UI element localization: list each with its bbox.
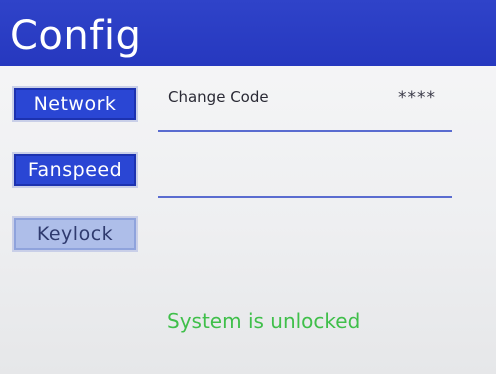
header-bar: Config — [0, 0, 496, 66]
fanspeed-button[interactable]: Fanspeed — [12, 152, 138, 188]
divider — [158, 130, 452, 132]
change-code-value[interactable]: **** — [398, 88, 436, 108]
config-screen: Config Network Fanspeed Keylock Change C… — [0, 0, 496, 374]
change-code-label[interactable]: Change Code — [168, 88, 269, 106]
divider — [158, 196, 452, 198]
status-message: System is unlocked — [167, 309, 361, 333]
keylock-button[interactable]: Keylock — [12, 216, 138, 252]
page-title: Config — [10, 13, 142, 59]
network-button[interactable]: Network — [12, 86, 138, 122]
